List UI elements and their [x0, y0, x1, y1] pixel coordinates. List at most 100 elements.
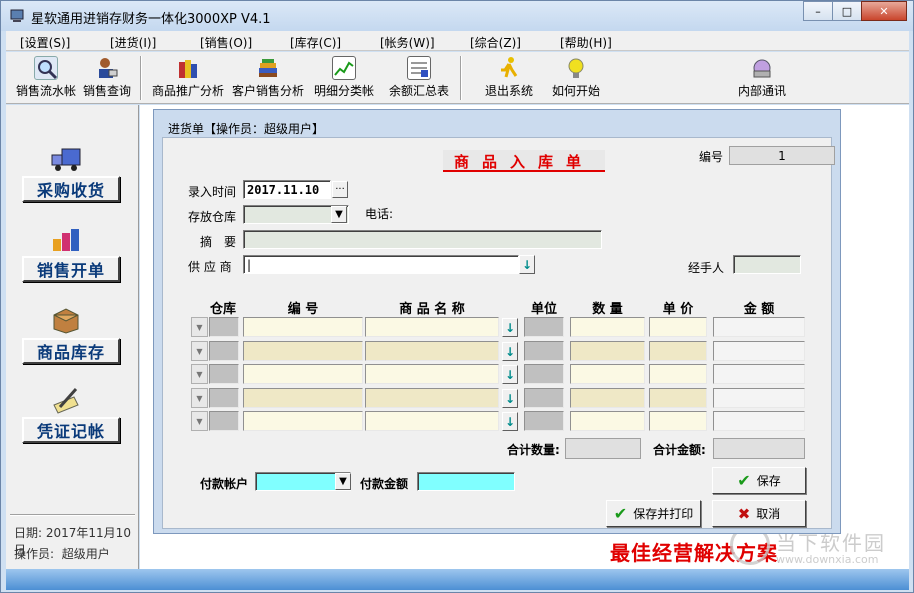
total-amount-label: 合计金额: — [653, 443, 706, 457]
cell-unit[interactable] — [524, 341, 564, 361]
toolbar-sales-query[interactable]: 销售查询 — [80, 56, 134, 99]
cell-warehouse[interactable] — [209, 341, 239, 361]
cell-unit-price[interactable] — [649, 341, 707, 361]
close-button[interactable]: ✕ — [861, 1, 907, 21]
row-dropdown-button[interactable]: ▼ — [191, 411, 208, 431]
supplier-lookup-button[interactable]: ↓ — [519, 255, 535, 274]
cell-unit-price[interactable] — [649, 411, 707, 431]
cell-code[interactable] — [243, 364, 363, 384]
entry-time-field[interactable]: 2017.11.10 — [243, 180, 331, 199]
menu-inventory[interactable]: [库存(C)] — [290, 31, 366, 50]
toolbar-product-promo[interactable]: 商品推广分析 — [148, 56, 228, 99]
arrow-down-icon: ↓ — [504, 391, 516, 406]
entry-time-label: 录入时间 — [188, 185, 237, 199]
cell-quantity[interactable] — [570, 317, 645, 337]
row-dropdown-button[interactable]: ▼ — [191, 364, 208, 384]
pay-amount-field[interactable] — [417, 472, 515, 491]
supplier-field[interactable]: | — [243, 255, 519, 274]
number-field: 1 — [729, 146, 835, 165]
menu-settings[interactable]: [设置(S)] — [20, 31, 96, 50]
toolbar-balance-summary[interactable]: 余额汇总表 — [386, 56, 452, 99]
row-dropdown-button[interactable]: ▼ — [191, 388, 208, 408]
row-dropdown-button[interactable]: ▼ — [191, 341, 208, 361]
delivery-truck-icon — [51, 148, 81, 171]
save-button[interactable]: ✔ 保存 — [712, 467, 806, 494]
product-lookup-button[interactable]: ↓ — [502, 389, 518, 408]
arrow-down-icon: ↓ — [521, 257, 533, 272]
minimize-button[interactable]: – — [803, 1, 833, 21]
magnifier-chart-icon — [34, 56, 58, 80]
handler-field[interactable] — [733, 255, 801, 274]
pay-account-dropdown-button[interactable]: ▼ — [335, 473, 351, 490]
cell-amount — [713, 317, 805, 337]
product-lookup-button[interactable]: ↓ — [502, 412, 518, 431]
cell-amount — [713, 364, 805, 384]
toolbar-internal-messaging[interactable]: 内部通讯 — [734, 56, 790, 99]
toolbar-how-to-start[interactable]: 如何开始 — [550, 56, 602, 99]
cell-quantity[interactable] — [570, 388, 645, 408]
cell-code[interactable] — [243, 317, 363, 337]
product-lookup-button[interactable]: ↓ — [502, 365, 518, 384]
toolbar-customer-analysis[interactable]: 客户销售分析 — [230, 56, 306, 99]
product-lookup-button[interactable]: ↓ — [502, 342, 518, 361]
network-icon — [750, 56, 774, 80]
toolbar-detail-ledger[interactable]: 明细分类帐 — [312, 56, 376, 99]
product-lookup-button[interactable]: ↓ — [502, 318, 518, 337]
arrow-down-icon: ↓ — [504, 320, 516, 335]
title-bar[interactable]: 星软通用进销存财务一体化3000XP V4.1 – □ ✕ — [1, 1, 913, 31]
cell-product-name[interactable] — [365, 388, 499, 408]
menu-purchase[interactable]: [进货(I)] — [110, 31, 186, 50]
cell-unit[interactable] — [524, 411, 564, 431]
cell-quantity[interactable] — [570, 411, 645, 431]
cell-warehouse[interactable] — [209, 388, 239, 408]
cell-unit-price[interactable] — [649, 388, 707, 408]
menu-general[interactable]: [综合(Z)] — [470, 31, 546, 50]
cell-warehouse[interactable] — [209, 411, 239, 431]
cell-unit[interactable] — [524, 364, 564, 384]
cell-unit[interactable] — [524, 388, 564, 408]
warehouse-label: 存放仓库 — [188, 210, 237, 224]
sales-order-button[interactable]: 销售开单 — [22, 256, 120, 282]
col-code: 编 号 — [287, 302, 319, 317]
save-print-button[interactable]: ✔ 保存并打印 — [606, 500, 701, 527]
cell-unit-price[interactable] — [649, 317, 707, 337]
cell-code[interactable] — [243, 341, 363, 361]
cell-code[interactable] — [243, 411, 363, 431]
warehouse-dropdown-button[interactable]: ▼ — [331, 206, 347, 223]
person-query-icon — [95, 56, 119, 80]
status-bar — [6, 569, 909, 590]
menu-sales[interactable]: [销售(O)] — [200, 31, 276, 50]
menu-accounts[interactable]: [帐务(W)] — [380, 31, 456, 50]
sidebar-divider — [10, 514, 135, 516]
maximize-button[interactable]: □ — [832, 1, 862, 21]
cell-product-name[interactable] — [365, 317, 499, 337]
sidebar: 采购收货 销售开单 商品库存 凭证记帐 日期: 2017年11月10日 操作员:… — [6, 105, 139, 569]
cell-quantity[interactable] — [570, 341, 645, 361]
handler-label: 经手人 — [688, 261, 725, 275]
toolbar-exit[interactable]: 退出系统 — [480, 56, 538, 99]
cell-product-name[interactable] — [365, 364, 499, 384]
product-stock-button[interactable]: 商品库存 — [22, 338, 120, 364]
cell-product-name[interactable] — [365, 411, 499, 431]
purchase-receive-button[interactable]: 采购收货 — [22, 176, 120, 202]
cell-unit[interactable] — [524, 317, 564, 337]
cell-amount — [713, 411, 805, 431]
dialog-title: 进货单【操作员：超级用户】 — [168, 122, 325, 136]
summary-field[interactable] — [243, 230, 602, 249]
menu-help[interactable]: [帮助(H)] — [560, 31, 636, 50]
voucher-bookkeeping-button[interactable]: 凭证记帐 — [22, 417, 120, 443]
lightbulb-icon — [564, 56, 588, 80]
toolbar-sales-journal[interactable]: 销售流水帐 — [14, 56, 78, 99]
cancel-button[interactable]: ✖ 取消 — [712, 500, 806, 527]
close-icon: ✖ — [737, 504, 751, 523]
cell-warehouse[interactable] — [209, 364, 239, 384]
date-picker-button[interactable]: ··· — [332, 181, 348, 198]
cell-unit-price[interactable] — [649, 364, 707, 384]
menu-bar: [设置(S)] [进货(I)] [销售(O)] [库存(C)] [帐务(W)] … — [6, 31, 909, 51]
cell-warehouse[interactable] — [209, 317, 239, 337]
cell-code[interactable] — [243, 388, 363, 408]
row-dropdown-button[interactable]: ▼ — [191, 317, 208, 337]
cell-product-name[interactable] — [365, 341, 499, 361]
cell-quantity[interactable] — [570, 364, 645, 384]
purchase-order-dialog: 进货单【操作员：超级用户】 商品入库单 编号 1 录入时间 2017.11.10… — [153, 109, 841, 534]
